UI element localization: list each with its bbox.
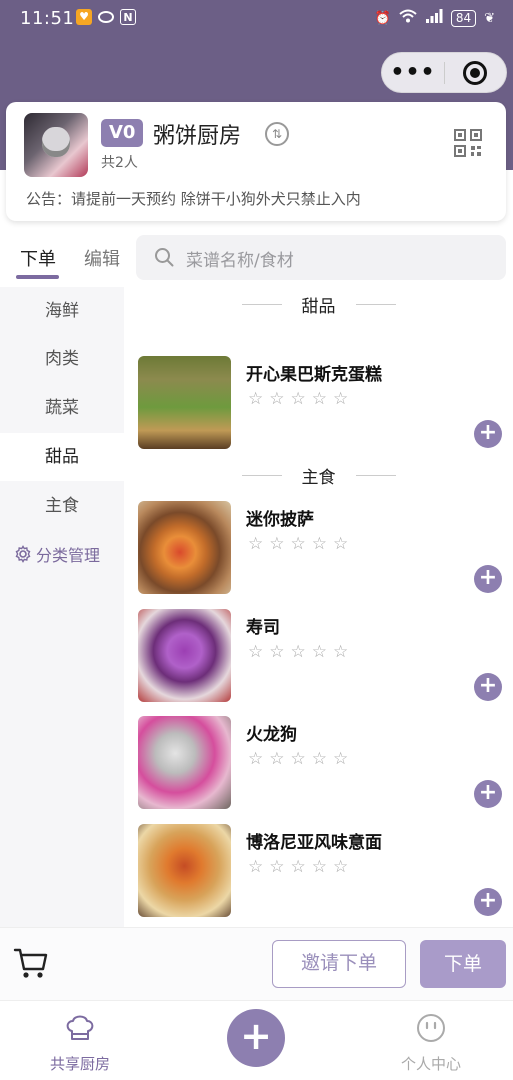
dish-item[interactable]: 迷你披萨 ☆☆☆☆☆ + xyxy=(124,501,513,601)
alarm-icon: ⏰ xyxy=(374,10,391,26)
search-placeholder: 菜谱名称/食材 xyxy=(186,251,294,271)
dish-image xyxy=(138,501,231,594)
rating-stars: ☆☆☆☆☆ xyxy=(248,857,355,877)
place-order-button[interactable]: 下单 xyxy=(420,940,506,988)
gear-icon xyxy=(15,545,31,563)
dish-name: 火龙狗 xyxy=(246,725,297,745)
category-sidebar: 海鲜 肉类 蔬菜 甜品 主食 分类管理 xyxy=(0,287,124,927)
order-action-bar: 邀请下单 下单 xyxy=(0,927,513,1000)
eye-icon xyxy=(98,11,114,23)
dish-image xyxy=(138,609,231,702)
category-meat[interactable]: 肉类 xyxy=(0,335,124,383)
qr-code-icon[interactable] xyxy=(454,129,482,157)
category-manage-button[interactable]: 分类管理 xyxy=(14,542,100,566)
header-line-right xyxy=(355,303,396,305)
dish-name: 开心果巴斯克蛋糕 xyxy=(246,365,382,385)
dish-item[interactable]: 开心果巴斯克蛋糕 ☆☆☆☆☆ + xyxy=(124,356,513,456)
leaf-icon: ❦ xyxy=(484,10,495,26)
target-icon xyxy=(463,60,488,85)
section-title: 主食 xyxy=(301,467,336,488)
member-count: 共2人 xyxy=(101,155,138,171)
chef-hat-icon xyxy=(66,1015,94,1040)
invite-order-button[interactable]: 邀请下单 xyxy=(272,940,406,988)
tabbar-profile[interactable]: 个人中心 xyxy=(376,1011,486,1074)
kitchen-avatar[interactable] xyxy=(24,113,88,177)
kitchen-name: 粥饼厨房 xyxy=(153,124,242,149)
level-badge: V0 xyxy=(101,119,144,147)
switch-kitchen-icon[interactable]: ⇅ xyxy=(265,122,289,146)
rating-stars: ☆☆☆☆☆ xyxy=(248,389,355,409)
rating-stars: ☆☆☆☆☆ xyxy=(248,534,355,554)
tab-order[interactable]: 下单 xyxy=(20,245,56,271)
add-dish-button[interactable]: + xyxy=(474,780,502,808)
status-bar: 11:51 ♥ N ⏰ 84 ❦ xyxy=(0,0,513,38)
rating-stars: ☆☆☆☆☆ xyxy=(248,749,355,769)
nfc-icon: N xyxy=(120,9,136,25)
category-seafood[interactable]: 海鲜 xyxy=(0,287,124,335)
kitchen-card: V0 粥饼厨房 ⇅ 共2人 公告：请提前一天预约 除饼干小狗外犬只禁止入内 xyxy=(6,102,506,221)
cart-icon[interactable] xyxy=(12,944,50,982)
search-input[interactable]: 菜谱名称/食材 xyxy=(136,235,506,280)
status-app-icons: ♥ N xyxy=(76,9,136,25)
dish-image xyxy=(138,824,231,917)
tabbar-shared-kitchen-label: 共享厨房 xyxy=(49,1055,110,1073)
add-dish-center-button[interactable]: + xyxy=(227,1009,285,1067)
dish-item[interactable]: 火龙狗 ☆☆☆☆☆ + xyxy=(124,716,513,816)
category-vegetables[interactable]: 蔬菜 xyxy=(0,384,124,432)
dish-item[interactable]: 博洛尼亚风味意面 ☆☆☆☆☆ + xyxy=(124,824,513,924)
tabbar-profile-label: 个人中心 xyxy=(400,1055,461,1073)
add-dish-button[interactable]: + xyxy=(474,888,502,916)
dish-image xyxy=(138,716,231,809)
dish-name: 迷你披萨 xyxy=(246,510,314,530)
header-line-left xyxy=(241,303,282,305)
category-desserts[interactable]: 甜品 xyxy=(0,433,124,481)
category-manage-label: 分类管理 xyxy=(36,546,101,565)
bottom-tabbar: 共享厨房 + 个人中心 xyxy=(0,1000,513,1080)
active-tab-indicator xyxy=(16,275,59,279)
dish-name: 博洛尼亚风味意面 xyxy=(246,833,382,853)
add-dish-button[interactable]: + xyxy=(474,673,502,701)
dish-image xyxy=(138,356,231,449)
search-icon xyxy=(155,248,174,267)
status-time: 11:51 xyxy=(20,8,75,29)
add-dish-button[interactable]: + xyxy=(474,420,502,448)
kitchen-notice: 公告：请提前一天预约 除饼干小狗外犬只禁止入内 xyxy=(26,190,361,208)
close-miniprogram-button[interactable] xyxy=(445,60,506,85)
dish-name: 寿司 xyxy=(246,618,280,638)
miniprogram-capsule: ••• xyxy=(381,52,507,93)
section-header-desserts: 甜品 xyxy=(124,289,513,319)
section-title: 甜品 xyxy=(301,296,336,317)
tab-edit[interactable]: 编辑 xyxy=(84,245,120,271)
smiley-icon xyxy=(417,1014,445,1042)
status-right: ⏰ 84 ❦ xyxy=(375,9,495,27)
signal-icon xyxy=(425,9,443,27)
dish-item[interactable]: 寿司 ☆☆☆☆☆ + xyxy=(124,609,513,709)
battery-indicator: 84 xyxy=(450,9,477,27)
tabbar-shared-kitchen[interactable]: 共享厨房 xyxy=(25,1011,135,1074)
add-dish-button[interactable]: + xyxy=(474,565,502,593)
category-staples[interactable]: 主食 xyxy=(0,482,124,530)
more-menu-button[interactable]: ••• xyxy=(382,61,444,83)
header-line-right xyxy=(355,474,396,476)
section-header-staples: 主食 xyxy=(124,460,513,490)
rating-stars: ☆☆☆☆☆ xyxy=(248,642,355,662)
header-line-left xyxy=(241,474,282,476)
dish-list: + 甜品 开心果巴斯克蛋糕 ☆☆☆☆☆ + 主食 迷你披萨 ☆☆☆☆☆ + 寿司… xyxy=(124,287,513,927)
wifi-icon xyxy=(399,9,417,27)
notification-app-icon: ♥ xyxy=(76,9,92,25)
